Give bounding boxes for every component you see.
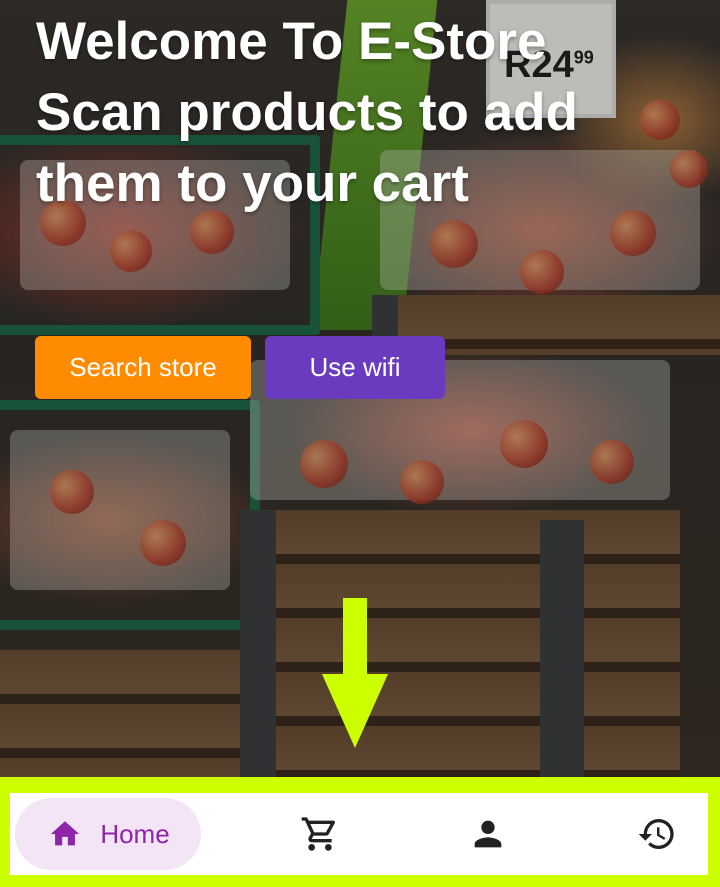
headline-line-1: Welcome To E-Store <box>36 12 547 71</box>
cart-icon <box>301 817 336 851</box>
welcome-headline: Welcome To E-Store Scan products to add … <box>36 6 696 219</box>
person-icon <box>474 820 502 848</box>
history-icon <box>638 819 674 849</box>
bottom-nav-highlight: Home <box>0 777 720 887</box>
nav-item-cart[interactable] <box>280 798 360 870</box>
headline-line-2: Scan products to add <box>36 83 578 142</box>
nav-item-profile[interactable] <box>448 798 528 870</box>
down-arrow-icon <box>322 598 388 748</box>
nav-item-history[interactable] <box>617 798 697 870</box>
bottom-nav: Home <box>10 793 708 875</box>
nav-item-home[interactable]: Home <box>15 798 201 870</box>
nav-home-label: Home <box>100 818 170 849</box>
use-wifi-button[interactable]: Use wifi <box>265 336 445 399</box>
headline-line-3: them to your cart <box>36 154 469 213</box>
home-icon <box>51 821 80 846</box>
search-store-button[interactable]: Search store <box>35 336 251 399</box>
